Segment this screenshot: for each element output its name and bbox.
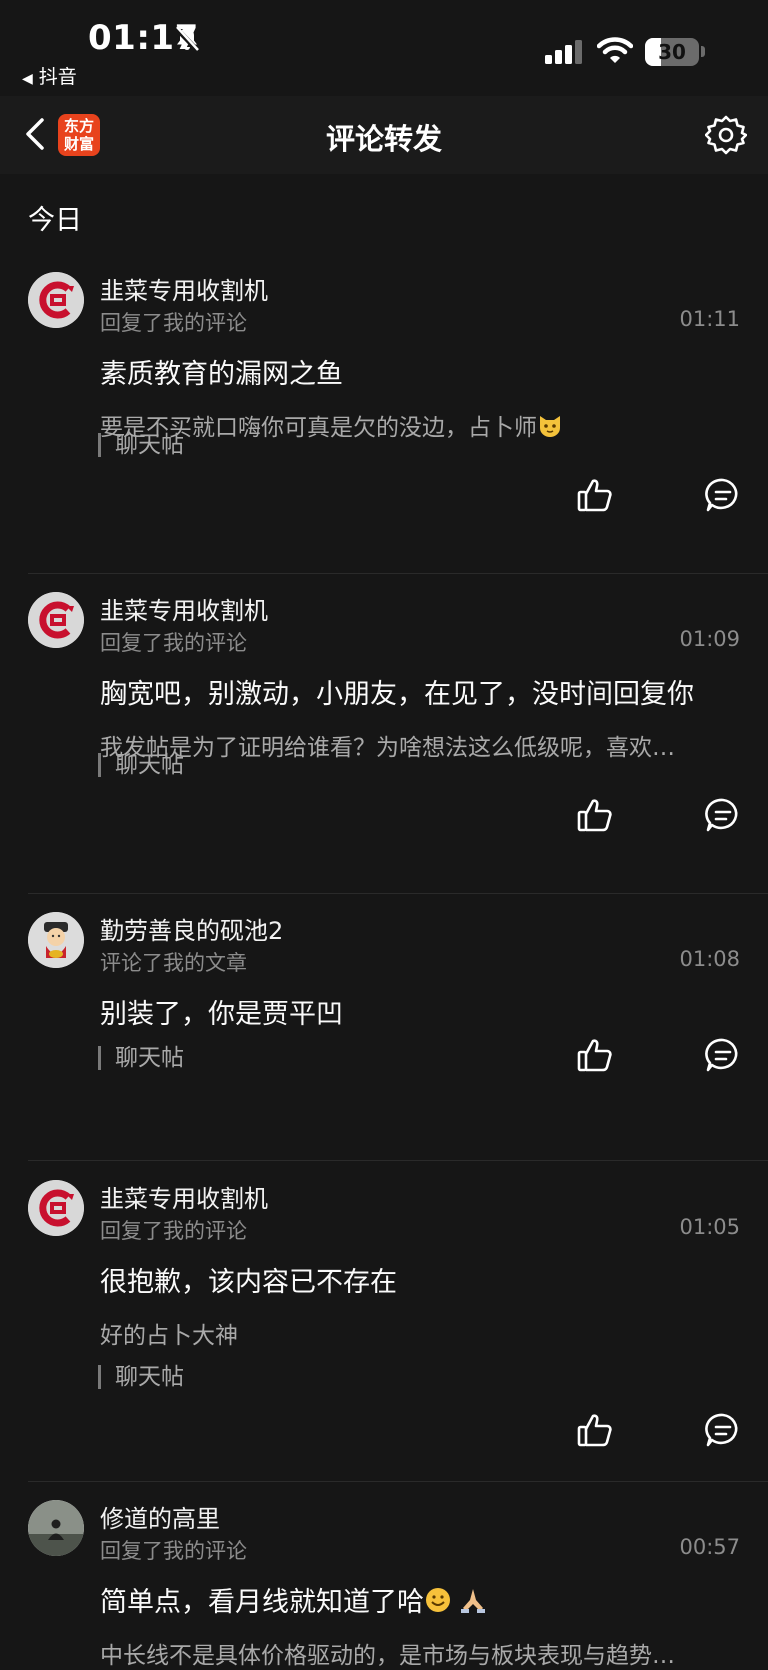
navigation-bar: 东方 财富 评论转发 [0,96,768,174]
praying-hands-emoji-icon [461,1589,485,1613]
back-app-label: 抖音 [38,66,77,88]
action-text: 回复了我的评论 [100,1539,247,1563]
brand-logo-avatar-icon [28,592,84,648]
source-tag[interactable]: 聊天帖 [98,1046,184,1070]
signal-icon [545,40,582,64]
bell-muted-icon [174,26,200,53]
list-item[interactable]: 韭菜专用收割机 回复了我的评论 01:09 胸宽吧，别激动，小朋友，在见了，没时… [0,560,768,894]
status-bar: 01:17 ◀ 抖音 30 [0,0,768,96]
thumbs-up-icon[interactable] [575,795,615,835]
list-item[interactable]: 修道的高里 回复了我的评论 00:57 简单点，看月线就知道了哈 中长线不是具体… [0,1468,768,1669]
smile-emoji-icon [426,1588,450,1612]
fortune-god-avatar-icon [28,912,84,968]
quoted-comment[interactable]: 好的占卜大神 [100,1316,730,1350]
gear-icon[interactable] [705,114,747,156]
wifi-icon [597,37,633,63]
timestamp: 01:08 [679,947,740,971]
username[interactable]: 勤劳善良的砚池2 [100,911,283,946]
comment-icon[interactable] [703,795,743,835]
thumbs-up-icon[interactable] [575,475,615,515]
comment-icon[interactable] [703,1410,743,1450]
back-triangle-icon: ◀ [22,71,33,87]
source-tag[interactable]: 聊天帖 [98,1365,184,1389]
comment-icon[interactable] [703,1035,743,1075]
comment-headline-text: 简单点，看月线就知道了哈 [100,1587,424,1618]
source-tag[interactable]: 聊天帖 [98,753,184,777]
avatar[interactable] [28,1500,84,1556]
thumbs-up-icon[interactable] [575,1410,615,1450]
brand-logo-avatar-icon [28,272,84,328]
comment-icon[interactable] [703,475,743,515]
avatar[interactable] [28,1180,84,1236]
timestamp: 01:09 [679,627,740,651]
list-item[interactable]: 勤劳善良的砚池2 评论了我的文章 01:08 别装了，你是贾平凹 聊天帖 [0,880,768,1161]
quoted-comment[interactable]: 要是不买就口嗨你可真是欠的没边，占卜师 [100,408,730,442]
timestamp: 00:57 [679,1535,740,1559]
thumbs-up-icon[interactable] [575,1035,615,1075]
battery-level: 30 [658,40,686,64]
username[interactable]: 韭菜专用收割机 [100,1179,268,1214]
back-to-app[interactable]: ◀ 抖音 [22,62,77,89]
action-text: 回复了我的评论 [100,1219,247,1243]
battery-icon: 30 [645,38,699,66]
cat-emoji-icon [540,416,560,437]
username[interactable]: 韭菜专用收割机 [100,591,268,626]
action-text: 回复了我的评论 [100,631,247,655]
list-item[interactable]: 韭菜专用收割机 回复了我的评论 01:05 很抱歉，该内容已不存在 好的占卜大神… [0,1148,768,1482]
list-item[interactable]: 韭菜专用收割机 回复了我的评论 01:11 素质教育的漏网之鱼 要是不买就口嗨你… [0,240,768,574]
avatar[interactable] [28,592,84,648]
quoted-comment[interactable]: 我发帖是为了证明给谁看？为啥想法这么低级呢，喜欢… [100,728,730,762]
avatar[interactable] [28,912,84,968]
comment-headline[interactable]: 胸宽吧，别激动，小朋友，在见了，没时间回复你 [100,672,694,711]
username[interactable]: 修道的高里 [100,1499,220,1534]
meditating-figure-avatar-icon [28,1500,84,1556]
battery-tip [701,46,705,57]
page-title: 评论转发 [325,122,442,156]
comment-headline[interactable]: 很抱歉，该内容已不存在 [100,1260,397,1299]
action-text: 评论了我的文章 [100,951,247,975]
section-title-today: 今日 [28,205,82,236]
brand-logo-avatar-icon [28,1180,84,1236]
action-text: 回复了我的评论 [100,311,247,335]
timestamp: 01:05 [679,1215,740,1239]
timestamp: 01:11 [679,307,740,331]
source-tag[interactable]: 聊天帖 [98,433,184,457]
comment-headline[interactable]: 素质教育的漏网之鱼 [100,352,343,391]
comment-headline[interactable]: 别装了，你是贾平凹 [100,992,343,1031]
comment-headline[interactable]: 简单点，看月线就知道了哈 [100,1580,488,1619]
username[interactable]: 韭菜专用收割机 [100,271,268,306]
avatar[interactable] [28,272,84,328]
